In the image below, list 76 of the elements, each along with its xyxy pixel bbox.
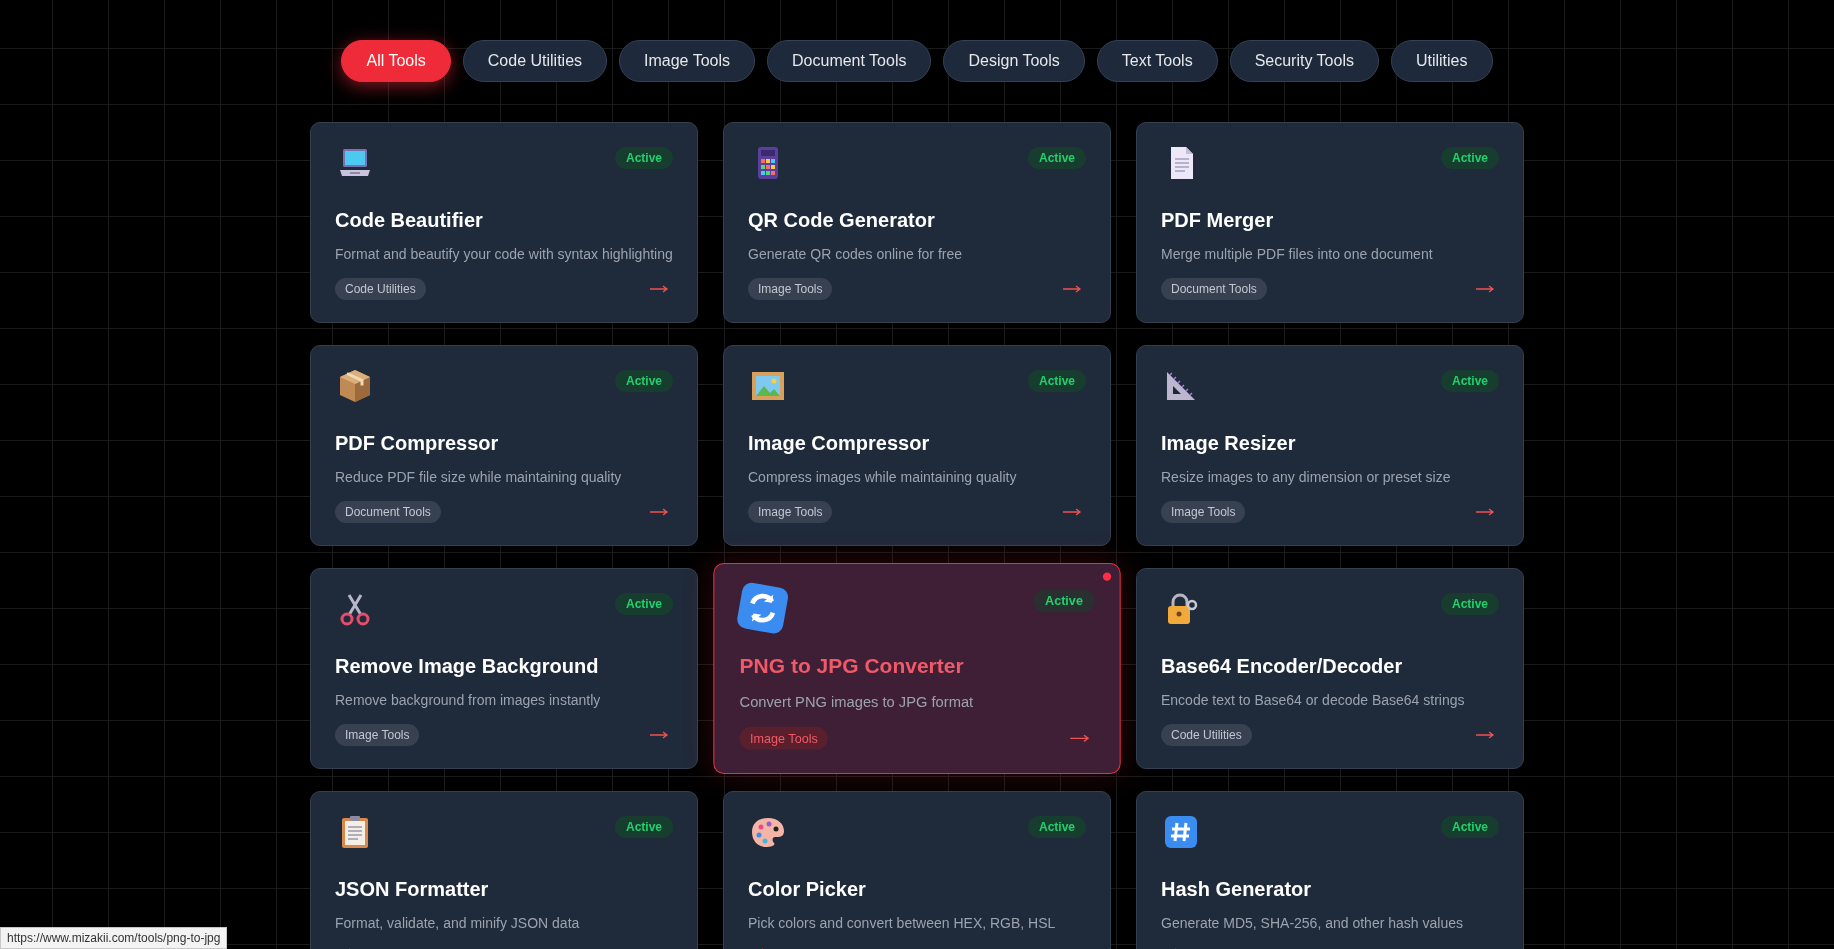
tool-description: Resize images to any dimension or preset size [1161,469,1452,485]
tool-title: JSON Formatter [335,878,490,901]
category-tag: Image Tools [748,501,833,523]
arrow-icon[interactable] [1475,284,1495,294]
arrow-icon[interactable] [649,507,669,517]
status-badge: Active [614,147,673,169]
arrow-icon[interactable] [649,284,669,294]
status-badge: Active [614,370,673,392]
arrow-icon[interactable] [1475,507,1495,517]
tool-description: Compress images while maintaining quality [748,469,1018,485]
arrow-icon[interactable] [1062,284,1082,294]
status-badge: Active [1440,370,1499,392]
tool-card[interactable]: Active PDF Compressor Reduce PDF file size while maintaining quality Document Tools [310,345,698,546]
filter-tab[interactable]: Document Tools [767,40,932,82]
arrow-icon[interactable] [649,730,669,740]
category-tag: Image Tools [1161,501,1246,523]
status-badge: Active [1027,370,1086,392]
category-tag: Image Tools [739,726,829,750]
category-tag: Document Tools [1161,278,1267,300]
status-badge: Active [1440,593,1499,615]
tool-title: Code Beautifier [335,209,484,232]
tool-card[interactable]: Active Hash Generator Generate MD5, SHA-256, and other hash values [1136,791,1524,949]
tool-card[interactable]: Active PDF Merger Merge multiple PDF files into one document Document Tools [1136,122,1524,323]
tool-card[interactable]: Active Color Picker Pick colors and convert between HEX, RGB, HSL [723,791,1111,949]
category-tag: Code Utilities [1161,724,1252,746]
tool-card[interactable]: Active Base64 Encoder/Decoder Encode text to Base64 or decode Base64 strings Code Utilities [1136,568,1524,769]
tool-card[interactable]: Active QR Code Generator Generate QR codes online for free Image Tools [723,122,1111,323]
tool-card[interactable]: Active PNG to JPG Converter Convert PNG images to JPG format Image Tools [713,562,1121,775]
category-tag: Document Tools [335,501,441,523]
filter-tab[interactable]: All Tools [341,40,451,82]
tool-title: Image Compressor [748,432,931,455]
tool-description: Generate MD5, SHA-256, and other hash values [1161,915,1464,931]
tool-description: Convert PNG images to JPG format [739,693,975,710]
filter-tab[interactable]: Text Tools [1096,40,1218,82]
category-tag: Code Utilities [335,278,426,300]
tool-description: Encode text to Base64 or decode Base64 strings [1161,692,1466,708]
status-bar-url: https://www.mizakii.com/tools/png-to-jpg [0,927,228,949]
tool-description: Merge multiple PDF files into one document [1161,246,1434,262]
filter-tab[interactable]: Image Tools [619,40,756,82]
tool-title: Image Resizer [1161,432,1297,455]
tool-title: Hash Generator [1161,878,1313,901]
status-badge: Active [1033,589,1095,613]
indicator-dot [1102,572,1112,581]
arrow-icon[interactable] [1069,733,1091,744]
status-badge: Active [1440,816,1499,838]
tool-description: Format and beautify your code with syntax highlighting [335,246,673,262]
arrow-icon[interactable] [1475,730,1495,740]
tool-title: QR Code Generator [748,209,936,232]
status-badge: Active [1027,147,1086,169]
tool-description: Reduce PDF file size while maintaining quality [335,469,623,485]
tool-card[interactable]: Active Remove Image Background Remove background from images instantly Image Tools [310,568,698,769]
tool-description: Remove background from images instantly [335,692,602,708]
arrow-icon[interactable] [1062,507,1082,517]
tool-card[interactable]: Active Image Resizer Resize images to any dimension or preset size Image Tools [1136,345,1524,546]
category-tag: Image Tools [748,278,833,300]
tool-title: PNG to JPG Converter [739,654,965,679]
status-badge: Active [614,816,673,838]
tool-description: Format, validate, and minify JSON data [335,915,581,931]
tool-title: PDF Compressor [335,432,500,455]
tool-description: Generate QR codes online for free [748,246,963,262]
tool-card[interactable]: Active Image Compressor Compress images while maintaining quality Image Tools [723,345,1111,546]
filter-tab[interactable]: Security Tools [1229,40,1379,82]
status-badge: Active [1027,816,1086,838]
tool-title: Remove Image Background [335,655,600,678]
category-tag: Image Tools [335,724,420,746]
tool-card[interactable]: Active Code Beautifier Format and beautify your code with syntax highlighting Code Utilities [310,122,698,323]
filter-tab[interactable]: Utilities [1390,40,1493,82]
tool-card[interactable]: Active JSON Formatter Format, validate, and minify JSON data [310,791,698,949]
status-badge: Active [614,593,673,615]
status-badge: Active [1440,147,1499,169]
tool-description: Pick colors and convert between HEX, RGB, HSL [748,915,1057,931]
filter-tab[interactable]: Design Tools [943,40,1085,82]
tool-title: Base64 Encoder/Decoder [1161,655,1404,678]
tool-title: PDF Merger [1161,209,1275,232]
tool-title: Color Picker [748,878,867,901]
filter-tab[interactable]: Code Utilities [462,40,608,82]
